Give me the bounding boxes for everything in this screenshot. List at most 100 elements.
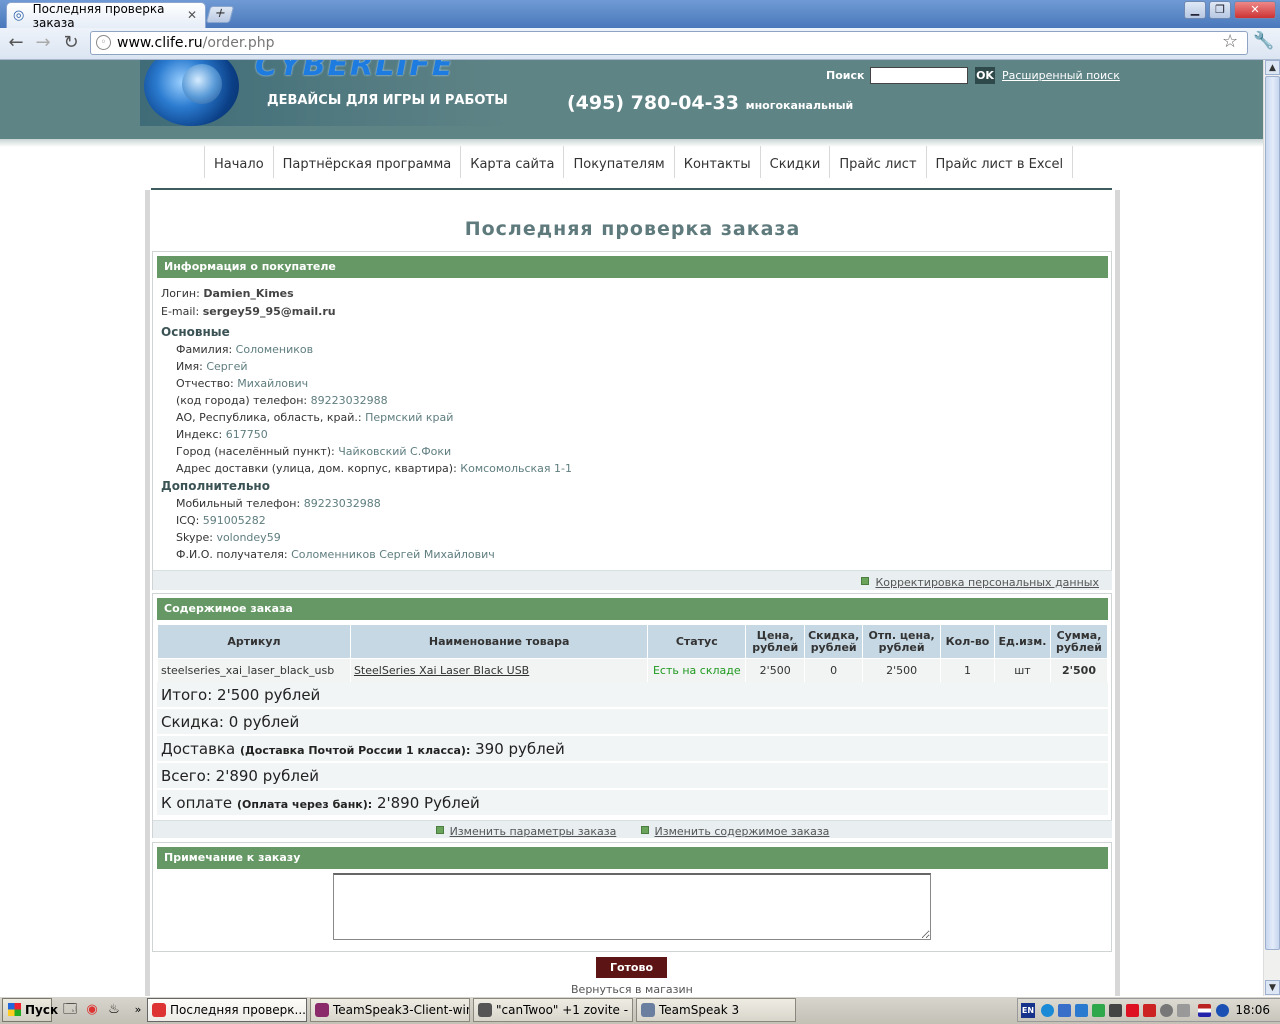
task-chat[interactable]: "canTwoo" +1 zovite - Чат xyxy=(473,998,633,1022)
site-favicon-icon: ◎ xyxy=(13,7,25,23)
quicklaunch-icon[interactable]: 🗔 xyxy=(62,1002,78,1018)
field-value: Соломеников xyxy=(235,343,314,356)
chrome-quicklaunch-icon[interactable]: ◉ xyxy=(84,1002,100,1018)
col-sum: Сумма, рублей xyxy=(1049,624,1109,659)
tray-teamspeak-icon[interactable] xyxy=(1092,1004,1105,1017)
field-value: 617750 xyxy=(225,428,268,441)
product-link[interactable]: SteelSeries Xai Laser Black USB xyxy=(354,664,529,677)
quicklaunch-icon[interactable]: ♨ xyxy=(106,1002,122,1018)
globe-icon: ◦ xyxy=(96,35,111,50)
tray-flag-icon[interactable] xyxy=(1198,1004,1211,1017)
nav-item-buyers[interactable]: Покупателям xyxy=(563,146,673,178)
logo-tagline: ДЕВАЙСЫ ДЛЯ ИГРЫ И РАБОТЫ xyxy=(267,93,508,108)
nav-item-pricelist[interactable]: Прайс лист xyxy=(829,146,925,178)
login-label: Логин: xyxy=(161,287,200,300)
back-arrow-icon[interactable]: ← xyxy=(5,33,27,55)
email-label: E-mail: xyxy=(161,305,200,318)
advanced-search-link[interactable]: Расширенный поиск xyxy=(1002,69,1120,82)
address-bar[interactable]: ◦ www.clife.ru/order.php xyxy=(90,31,1248,55)
nav-item-contacts[interactable]: Контакты xyxy=(673,146,760,178)
wrench-icon[interactable]: 🔧 xyxy=(1253,31,1274,51)
back-to-shop-link[interactable]: Вернуться в магазин xyxy=(571,983,693,996)
field-value: volondey59 xyxy=(216,531,281,544)
customer-footer: Корректировка персональных данных xyxy=(153,570,1112,590)
logo-brand: CYBERLIFE xyxy=(255,60,455,83)
col-status: Статус xyxy=(647,624,747,659)
tab-active[interactable]: ◎ Последняя проверка заказа ✕ xyxy=(6,1,206,30)
scroll-up-icon[interactable]: ▲ xyxy=(1265,60,1280,75)
customer-section-title: Информация о покупателе xyxy=(157,256,1108,278)
col-qty: Кол-во xyxy=(940,624,995,659)
field-label: Skype: xyxy=(176,531,213,544)
basic-field: Адрес доставки (улица, дом. корпус, квар… xyxy=(176,462,572,475)
field-value: Михайлович xyxy=(237,377,309,390)
field-value: 591005282 xyxy=(202,514,266,527)
tray-app-icon[interactable] xyxy=(1143,1004,1156,1017)
bookmark-star-icon[interactable]: ☆ xyxy=(1222,31,1238,52)
system-tray: EN 18:06 xyxy=(1017,998,1280,1022)
cell-net-price: 2'500 xyxy=(862,658,942,683)
field-value: 89223032988 xyxy=(310,394,388,407)
tray-security-icon[interactable] xyxy=(1216,1004,1229,1017)
task-teamspeak[interactable]: TeamSpeak 3 xyxy=(636,998,796,1022)
main-nav: Начало Партнёрская программа Карта сайта… xyxy=(204,146,1074,178)
site-logo[interactable]: CYBERLIFE ДЕВАЙСЫ ДЛЯ ИГРЫ И РАБОТЫ xyxy=(140,60,510,126)
field-value: 89223032988 xyxy=(303,497,381,510)
vertical-scrollbar[interactable]: ▲ ▼ xyxy=(1263,60,1280,996)
maximize-icon[interactable]: ❐ xyxy=(1209,1,1231,19)
basic-field: Индекс: 617750 xyxy=(176,428,268,441)
close-tab-icon[interactable]: ✕ xyxy=(187,8,197,22)
minimize-icon[interactable]: ▁ xyxy=(1184,1,1206,19)
nav-item-discounts[interactable]: Скидки xyxy=(759,146,830,178)
nav-item-pricelist-excel[interactable]: Прайс лист в Excel xyxy=(925,146,1074,178)
nav-item-partner[interactable]: Партнёрская программа xyxy=(272,146,461,178)
grand-total-row: Всего: 2'890 рублей xyxy=(157,763,1108,789)
col-sku: Артикул xyxy=(157,624,351,659)
field-label: Ф.И.О. получателя: xyxy=(176,548,288,561)
tab-title: Последняя проверка заказа xyxy=(32,1,165,30)
change-order-contents-link[interactable]: Изменить содержимое заказа xyxy=(655,825,830,838)
close-window-icon[interactable]: ✕ xyxy=(1234,1,1276,19)
task-browser[interactable]: Последняя проверк... xyxy=(147,998,307,1022)
change-order-params-link[interactable]: Изменить параметры заказа xyxy=(450,825,617,838)
task-label: Последняя проверк... xyxy=(170,1003,306,1017)
tray-network-icon[interactable] xyxy=(1041,1004,1054,1017)
reload-icon[interactable]: ↻ xyxy=(60,33,82,55)
installer-icon xyxy=(315,1003,329,1017)
nav-item-home[interactable]: Начало xyxy=(204,146,273,178)
basic-field: (код города) телефон: 89223032988 xyxy=(176,394,388,407)
tray-steam-icon[interactable] xyxy=(1109,1004,1122,1017)
order-note-textarea[interactable] xyxy=(333,873,931,940)
search-input[interactable] xyxy=(870,67,968,84)
total-label: Итого: xyxy=(161,686,213,704)
expand-quicklaunch-icon[interactable]: » xyxy=(130,1002,146,1018)
task-label: TeamSpeak3-Client-win3... xyxy=(333,1003,469,1017)
scrollbar-thumb[interactable] xyxy=(1265,76,1280,950)
extra-field: Мобильный телефон: 89223032988 xyxy=(176,497,381,510)
task-teamspeak-installer[interactable]: TeamSpeak3-Client-win3... xyxy=(310,998,470,1022)
language-indicator[interactable]: EN xyxy=(1021,1003,1035,1018)
submit-order-button[interactable]: Готово xyxy=(596,957,667,978)
edit-personal-data-link[interactable]: Корректировка персональных данных xyxy=(875,576,1099,589)
tray-volume-icon[interactable] xyxy=(1160,1004,1173,1017)
scroll-down-icon[interactable]: ▼ xyxy=(1265,980,1280,995)
tray-ati-icon[interactable] xyxy=(1126,1004,1139,1017)
basic-section-title: Основные xyxy=(161,325,230,339)
chat-icon xyxy=(478,1003,492,1017)
basic-field: Фамилия: Соломеников xyxy=(176,343,313,356)
new-tab-button[interactable]: + xyxy=(205,6,235,23)
col-discount: Скидка, рублей xyxy=(804,624,864,659)
tray-monitor-icon[interactable] xyxy=(1075,1004,1088,1017)
nav-item-sitemap[interactable]: Карта сайта xyxy=(460,146,563,178)
cell-qty: 1 xyxy=(940,658,995,683)
forward-arrow-icon[interactable]: → xyxy=(32,33,54,55)
start-button[interactable]: Пуск xyxy=(2,998,58,1022)
field-label: Город (населённый пункт): xyxy=(176,445,335,458)
cell-discount: 0 xyxy=(804,658,864,683)
search-ok-button[interactable]: OK xyxy=(975,67,995,84)
field-label: Адрес доставки (улица, дом. корпус, квар… xyxy=(176,462,457,475)
login-row: Логин: Damien_Kimes xyxy=(161,287,294,300)
discount-row: Скидка: 0 рублей xyxy=(157,709,1108,735)
tray-usb-icon[interactable] xyxy=(1177,1004,1190,1017)
tray-display-icon[interactable] xyxy=(1058,1004,1071,1017)
